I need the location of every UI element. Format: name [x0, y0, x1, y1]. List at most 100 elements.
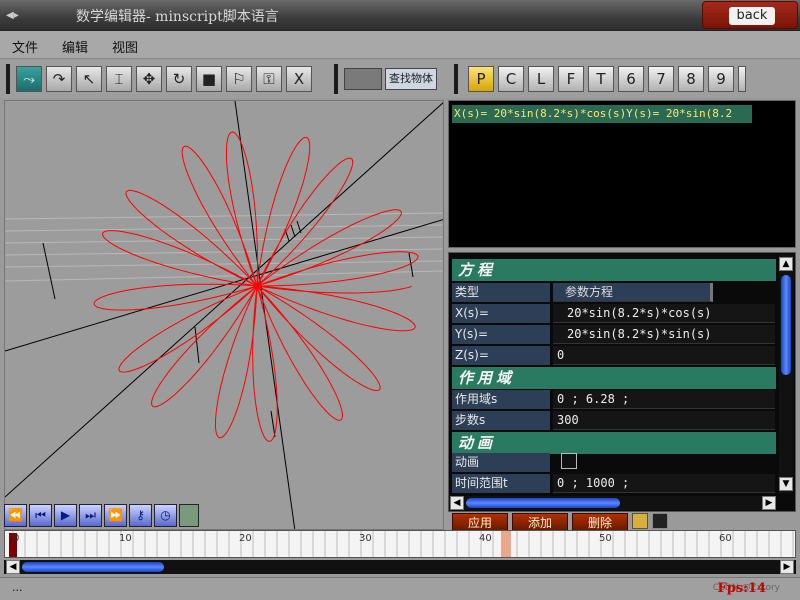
axis-tick — [270, 410, 276, 438]
rotate-view-icon[interactable]: ↷ — [46, 66, 72, 92]
tool-7-button[interactable]: 7 — [648, 66, 674, 92]
formula-display[interactable]: X(s)= 20*sin(8.2*s)*cos(s)Y(s)= 20*sin(8… — [448, 100, 796, 248]
animation-label: 动画 — [452, 453, 550, 472]
section-equation[interactable]: 方程 — [452, 259, 776, 281]
apply-button[interactable]: 应用 — [452, 513, 508, 531]
timeline-hscroll[interactable]: ◀ ▶ — [4, 560, 796, 574]
fps-counter: Fps:14 — [717, 581, 766, 596]
search-input[interactable] — [344, 68, 382, 90]
scroll-up-icon[interactable]: ▲ — [779, 257, 793, 271]
tool-t-button[interactable]: T — [588, 66, 614, 92]
menu-bar: 文件 编辑 视图 — [0, 31, 800, 59]
x-field[interactable]: 20*sin(8.2*s)*cos(s) — [553, 304, 775, 323]
tool-6-button[interactable]: 6 — [618, 66, 644, 92]
delete-icon[interactable]: X — [286, 66, 312, 92]
toolbar: ⤳ ↷ ↖ ⌶ ✥ ↻ ■ ⚐ ⚿ X 查找物体 P C L F T 6 7 8… — [0, 60, 800, 98]
section-domain[interactable]: 作用域 — [452, 367, 776, 389]
toolbar-overflow[interactable] — [738, 66, 746, 92]
delete-button[interactable]: 删除 — [572, 513, 628, 531]
rewind-icon[interactable]: ⏪ — [4, 504, 27, 527]
lock-icon[interactable]: ⚿ — [256, 66, 282, 92]
domain-label: 作用域s — [452, 390, 550, 409]
toolbar-separator — [6, 64, 10, 94]
axis-tick — [408, 252, 414, 278]
tool-9-button[interactable]: 9 — [708, 66, 734, 92]
timeline-label: 20 — [239, 533, 252, 544]
key-icon[interactable]: ⚷ — [129, 504, 152, 527]
play-icon[interactable]: ▶ — [54, 504, 77, 527]
add-button[interactable]: 添加 — [512, 513, 568, 531]
text-cursor-icon[interactable]: ⌶ — [106, 66, 132, 92]
menu-edit[interactable]: 编辑 — [62, 37, 88, 56]
type-label: 类型 — [452, 283, 550, 302]
hscroll-thumb[interactable] — [466, 498, 620, 508]
properties-hscroll[interactable]: ◀ ▶ — [450, 496, 776, 510]
back-button-label: back — [729, 7, 775, 25]
x-axis — [5, 219, 443, 352]
clock-icon[interactable]: ◷ — [154, 504, 177, 527]
app-icon[interactable]: ◀▸ — [6, 10, 22, 21]
refresh-icon[interactable]: ↻ — [166, 66, 192, 92]
timeline-toggle[interactable] — [179, 504, 199, 527]
axis-tick — [42, 242, 56, 300]
timeline-label: 0 — [13, 533, 20, 544]
animation-checkbox[interactable] — [561, 453, 577, 469]
last-frame-icon[interactable]: ⏭ — [79, 504, 102, 527]
tool-8-button[interactable]: 8 — [678, 66, 704, 92]
back-button[interactable]: back — [702, 1, 798, 29]
scroll-down-icon[interactable]: ▼ — [779, 477, 793, 491]
y-label: Y(s)= — [452, 325, 550, 344]
formula-text: X(s)= 20*sin(8.2*s)*cos(s)Y(s)= 20*sin(8… — [452, 105, 752, 123]
save-icon[interactable] — [652, 513, 668, 529]
x-label: X(s)= — [452, 304, 550, 323]
menu-file[interactable]: 文件 — [12, 37, 38, 56]
scroll-right-icon[interactable]: ▶ — [780, 560, 794, 574]
curve-icon[interactable]: ⤳ — [16, 66, 42, 92]
timeline-label: 10 — [119, 533, 132, 544]
tool-p-button[interactable]: P — [468, 66, 494, 92]
domain-field[interactable]: 0 ; 6.28 ; — [553, 390, 775, 409]
mirror-icon[interactable]: ⚐ — [226, 66, 252, 92]
pointer-icon[interactable]: ↖ — [76, 66, 102, 92]
axes — [5, 101, 443, 529]
title-bar: ◀▸ 数学编辑器- minscript脚本语言 back — [0, 0, 800, 31]
timeline-label: 40 — [479, 533, 492, 544]
axis-tick — [194, 326, 200, 364]
ground-grid — [5, 212, 443, 282]
menu-view[interactable]: 视图 — [112, 37, 138, 56]
z-label: Z(s)= — [452, 346, 550, 365]
first-frame-icon[interactable]: ⏮ — [29, 504, 52, 527]
status-bar: ... CSDN @Zxtory Fps:14 — [0, 577, 800, 600]
vscroll-thumb[interactable] — [781, 275, 791, 375]
steps-field[interactable]: 300 — [553, 411, 775, 430]
tool-l-button[interactable]: L — [528, 66, 554, 92]
y-field[interactable]: 20*sin(8.2*s)*sin(s) — [553, 325, 775, 344]
tool-f-button[interactable]: F — [558, 66, 584, 92]
3d-viewport[interactable] — [4, 100, 444, 530]
time-range-label: 时间范围t — [452, 474, 550, 493]
tool-c-button[interactable]: C — [498, 66, 524, 92]
properties-vscroll[interactable]: ▲ ▼ — [779, 255, 793, 493]
timeline[interactable]: 0 10 20 30 40 50 60 — [4, 530, 796, 558]
type-select[interactable]: 参数方程 — [553, 283, 713, 302]
fast-forward-icon[interactable]: ⏩ — [104, 504, 127, 527]
scroll-left-icon[interactable]: ◀ — [450, 496, 464, 510]
scroll-right-icon[interactable]: ▶ — [762, 496, 776, 510]
toolbar-separator — [334, 64, 338, 94]
timeline-playhead[interactable] — [501, 531, 511, 557]
scroll-left-icon[interactable]: ◀ — [6, 560, 20, 574]
move-icon[interactable]: ✥ — [136, 66, 162, 92]
properties-panel: 方程 类型 参数方程 X(s)= 20*sin(8.2*s)*cos(s) Y(… — [448, 252, 796, 512]
section-animation[interactable]: 动画 — [452, 432, 776, 454]
parametric-curve[interactable] — [93, 131, 419, 442]
timeline-label: 50 — [599, 533, 612, 544]
time-range-field[interactable]: 0 ; 1000 ; — [553, 474, 775, 493]
stop-icon[interactable]: ■ — [196, 66, 222, 92]
window-title: 数学编辑器- minscript脚本语言 — [76, 9, 279, 25]
search-button[interactable]: 查找物体 — [385, 68, 437, 90]
scene-canvas[interactable] — [5, 101, 444, 530]
open-folder-icon[interactable] — [632, 513, 648, 529]
hscroll-thumb[interactable] — [22, 562, 164, 572]
timeline-label: 60 — [719, 533, 732, 544]
z-field[interactable]: 0 — [553, 346, 775, 365]
